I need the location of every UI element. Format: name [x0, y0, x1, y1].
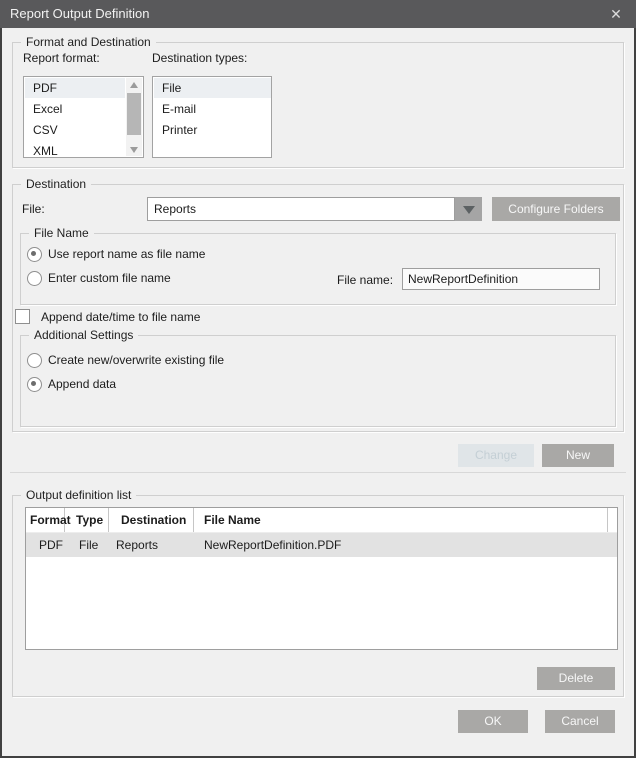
- column-header-format: Format: [26, 508, 65, 532]
- list-item-pdf[interactable]: PDF: [25, 78, 125, 98]
- column-header-type: Type: [65, 508, 109, 532]
- window-title: Report Output Definition: [10, 0, 149, 28]
- output-definition-list-group-label: Output definition list: [21, 488, 136, 502]
- delete-button[interactable]: Delete: [537, 667, 615, 690]
- radio-enter-custom-name-label: Enter custom file name: [48, 271, 171, 285]
- file-name-field-label: File name:: [337, 273, 393, 287]
- list-item-excel[interactable]: Excel: [25, 99, 125, 119]
- file-label: File:: [22, 202, 45, 216]
- list-item-email[interactable]: E-mail: [154, 99, 271, 119]
- row-destination-value: Reports: [109, 533, 194, 557]
- destination-types-label: Destination types:: [152, 51, 247, 65]
- column-header-destination: Destination: [109, 508, 194, 532]
- radio-append-data-label: Append data: [48, 377, 116, 391]
- radio-use-report-name-label: Use report name as file name: [48, 247, 205, 261]
- combobox-dropdown-icon[interactable]: [455, 197, 482, 221]
- scroll-up-icon[interactable]: [126, 78, 142, 92]
- column-header-file-name: File Name: [194, 508, 608, 532]
- list-item-csv[interactable]: CSV: [25, 120, 125, 140]
- destination-types-listbox: File E-mail Printer: [152, 76, 272, 158]
- report-format-label: Report format:: [23, 51, 100, 65]
- row-type-value: File: [65, 533, 109, 557]
- close-icon[interactable]: ✕: [605, 4, 627, 24]
- radio-append-data[interactable]: [27, 377, 42, 392]
- report-output-definition-dialog: Report Output Definition ✕ Format and De…: [0, 0, 636, 758]
- file-name-input[interactable]: [402, 268, 600, 290]
- radio-create-new-overwrite-label: Create new/overwrite existing file: [48, 353, 224, 367]
- row-file-name-value: NewReportDefinition.PDF: [194, 533, 608, 557]
- row-format-value: PDF: [26, 533, 65, 557]
- radio-enter-custom-name[interactable]: [27, 271, 42, 286]
- table-header-row: Format Type Destination File Name: [26, 508, 617, 532]
- cancel-button[interactable]: Cancel: [545, 710, 615, 733]
- destination-group-label: Destination: [21, 177, 91, 191]
- output-definition-table: Format Type Destination File Name PDF Fi…: [25, 507, 618, 650]
- append-datetime-checkbox[interactable]: [15, 309, 30, 324]
- radio-create-new-overwrite[interactable]: [27, 353, 42, 368]
- destination-folder-combobox[interactable]: Reports: [147, 197, 455, 221]
- change-button[interactable]: Change: [458, 444, 534, 467]
- configure-folders-button[interactable]: Configure Folders: [492, 197, 620, 221]
- title-bar: Report Output Definition ✕: [0, 0, 636, 28]
- report-format-scrollbar: [126, 78, 142, 156]
- format-destination-group-label: Format and Destination: [21, 35, 156, 49]
- list-item-printer[interactable]: Printer: [154, 120, 271, 140]
- ok-button[interactable]: OK: [458, 710, 528, 733]
- list-item-xml[interactable]: XML: [25, 141, 125, 161]
- scrollbar-thumb[interactable]: [127, 93, 141, 135]
- append-datetime-label: Append date/time to file name: [41, 310, 200, 324]
- list-item-file[interactable]: File: [154, 78, 271, 98]
- new-button[interactable]: New: [542, 444, 614, 467]
- table-row[interactable]: PDF File Reports NewReportDefinition.PDF: [26, 532, 617, 557]
- section-divider: [10, 472, 626, 473]
- radio-use-report-name[interactable]: [27, 247, 42, 262]
- report-format-listbox: PDF Excel CSV XML: [23, 76, 144, 158]
- file-name-group-label: File Name: [29, 226, 94, 240]
- scroll-down-icon[interactable]: [126, 142, 142, 156]
- additional-settings-group-label: Additional Settings: [29, 328, 138, 342]
